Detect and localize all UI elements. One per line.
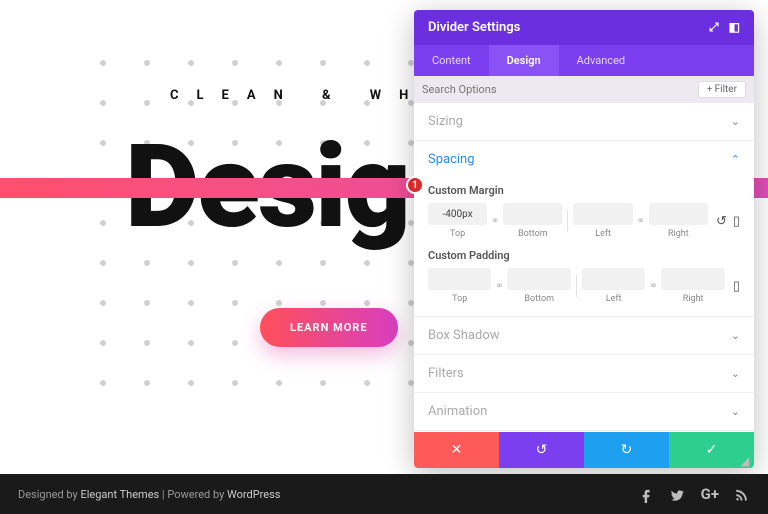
padding-right-input[interactable]	[661, 268, 724, 290]
link-icon[interactable]: ⚭	[635, 216, 647, 227]
panel-tabs: Content Design Advanced	[414, 45, 754, 76]
separator	[576, 275, 577, 297]
site-footer: Designed by Elegant Themes | Powered by …	[0, 474, 768, 514]
label-bottom: Bottom	[524, 294, 554, 304]
tagline-text: CLEAN & WH	[170, 88, 426, 103]
margin-bottom-input[interactable]	[503, 203, 562, 225]
margin-right-input[interactable]	[649, 203, 708, 225]
separator	[567, 210, 568, 232]
section-sizing-toggle[interactable]: Sizing ⌄	[414, 103, 754, 140]
label-top: Top	[452, 294, 467, 304]
margin-left-input[interactable]	[573, 203, 632, 225]
custom-padding-label: Custom Padding	[428, 249, 740, 262]
panel-title: Divider Settings	[428, 20, 520, 35]
section-filters-toggle[interactable]: Filters ⌄	[414, 355, 754, 392]
search-input[interactable]	[422, 83, 698, 96]
rss-icon[interactable]	[735, 485, 750, 503]
section-spacing-toggle[interactable]: Spacing ⌃	[414, 141, 754, 178]
label-bottom: Bottom	[518, 229, 548, 239]
chevron-down-icon: ⌄	[731, 115, 740, 128]
tab-advanced[interactable]: Advanced	[559, 45, 643, 76]
redo-button[interactable]: ↻	[584, 432, 669, 468]
section-title: Filters	[428, 366, 464, 381]
section-box-shadow: Box Shadow ⌄	[414, 317, 754, 355]
label-right: Right	[668, 229, 689, 239]
panel-header[interactable]: Divider Settings ⤢ ◧	[414, 10, 754, 45]
chevron-up-icon: ⌃	[731, 153, 740, 166]
label-top: Top	[450, 229, 465, 239]
section-title: Animation	[428, 404, 487, 419]
section-animation: Animation ⌄	[414, 393, 754, 431]
twitter-icon[interactable]	[670, 485, 685, 503]
cancel-button[interactable]: ✕	[414, 432, 499, 468]
link-icon[interactable]: ⚭	[489, 216, 501, 227]
section-title: Sizing	[428, 114, 463, 129]
tab-design[interactable]: Design	[489, 45, 559, 76]
reset-icon[interactable]: ↺	[716, 214, 727, 229]
tab-content[interactable]: Content	[414, 45, 489, 76]
section-box-shadow-toggle[interactable]: Box Shadow ⌄	[414, 317, 754, 354]
chevron-down-icon: ⌄	[731, 329, 740, 342]
learn-more-button[interactable]: LEARN MORE	[260, 308, 398, 347]
footer-link-wp[interactable]: WordPress	[227, 488, 280, 501]
search-bar: + Filter	[414, 76, 754, 103]
footer-credits: Designed by Elegant Themes | Powered by …	[18, 488, 280, 501]
annotation-badge-1: 1	[406, 176, 424, 194]
section-filters: Filters ⌄	[414, 355, 754, 393]
padding-left-input[interactable]	[582, 268, 645, 290]
undo-button[interactable]: ↺	[499, 432, 584, 468]
padding-top-input[interactable]	[428, 268, 491, 290]
section-title: Box Shadow	[428, 328, 500, 343]
responsive-icon[interactable]: ▯	[733, 279, 740, 294]
link-icon[interactable]: ⚭	[493, 281, 505, 292]
action-bar: ✕ ↺ ↻ ✓	[414, 432, 754, 468]
link-icon[interactable]: ⚭	[647, 281, 659, 292]
padding-row: Top ⚭ Bottom Left ⚭ Right ▯	[428, 268, 740, 304]
google-plus-icon[interactable]: G+	[701, 485, 719, 503]
filter-button[interactable]: + Filter	[698, 81, 746, 98]
expand-icon[interactable]: ⤢	[709, 20, 719, 35]
panel-body: Sizing ⌄ Spacing ⌃ Custom Margin Top ⚭ B…	[414, 103, 754, 432]
section-sizing: Sizing ⌄	[414, 103, 754, 141]
custom-margin-label: Custom Margin	[428, 184, 740, 197]
section-animation-toggle[interactable]: Animation ⌄	[414, 393, 754, 430]
resize-handle[interactable]: ◢	[740, 454, 752, 466]
label-right: Right	[683, 294, 704, 304]
footer-link-themes[interactable]: Elegant Themes	[80, 488, 159, 501]
responsive-icon[interactable]: ▯	[733, 214, 740, 229]
facebook-icon[interactable]	[639, 485, 654, 503]
chevron-down-icon: ⌄	[731, 405, 740, 418]
margin-top-input[interactable]	[428, 203, 487, 225]
label-left: Left	[606, 294, 622, 304]
section-spacing: Spacing ⌃ Custom Margin Top ⚭ Bottom Lef…	[414, 141, 754, 317]
divider-settings-panel: Divider Settings ⤢ ◧ Content Design Adva…	[414, 10, 754, 468]
margin-row: Top ⚭ Bottom Left ⚭ Right ↺ ▯	[428, 203, 740, 239]
padding-bottom-input[interactable]	[507, 268, 570, 290]
section-title: Spacing	[428, 152, 475, 167]
chevron-down-icon: ⌄	[731, 367, 740, 380]
snap-icon[interactable]: ◧	[729, 20, 740, 35]
social-icons: G+	[639, 485, 750, 503]
label-left: Left	[595, 229, 611, 239]
